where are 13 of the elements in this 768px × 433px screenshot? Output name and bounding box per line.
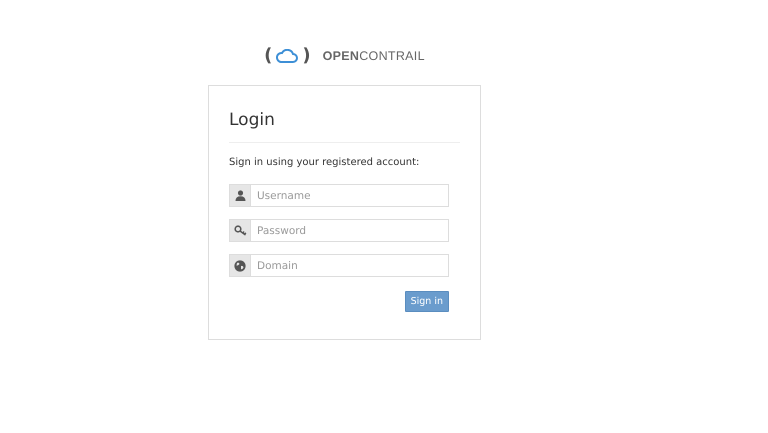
brand-name: OPENCONTRAIL — [322, 49, 425, 63]
cloud-icon — [276, 49, 298, 63]
login-title: Login — [229, 109, 276, 132]
input-field[interactable]: Password — [251, 219, 449, 242]
globe-icon — [234, 260, 246, 272]
input-field[interactable]: Username — [251, 184, 449, 207]
user-icon — [234, 190, 246, 201]
logo-bracket: ) — [302, 46, 311, 66]
sign-in-prompt: Sign in using your registered account: — [229, 156, 420, 170]
logo-bracket: ( — [264, 46, 272, 66]
key-icon — [234, 225, 246, 236]
sign-in-button[interactable]: Sign in — [404, 291, 449, 312]
input-field[interactable]: Domain — [251, 254, 449, 277]
